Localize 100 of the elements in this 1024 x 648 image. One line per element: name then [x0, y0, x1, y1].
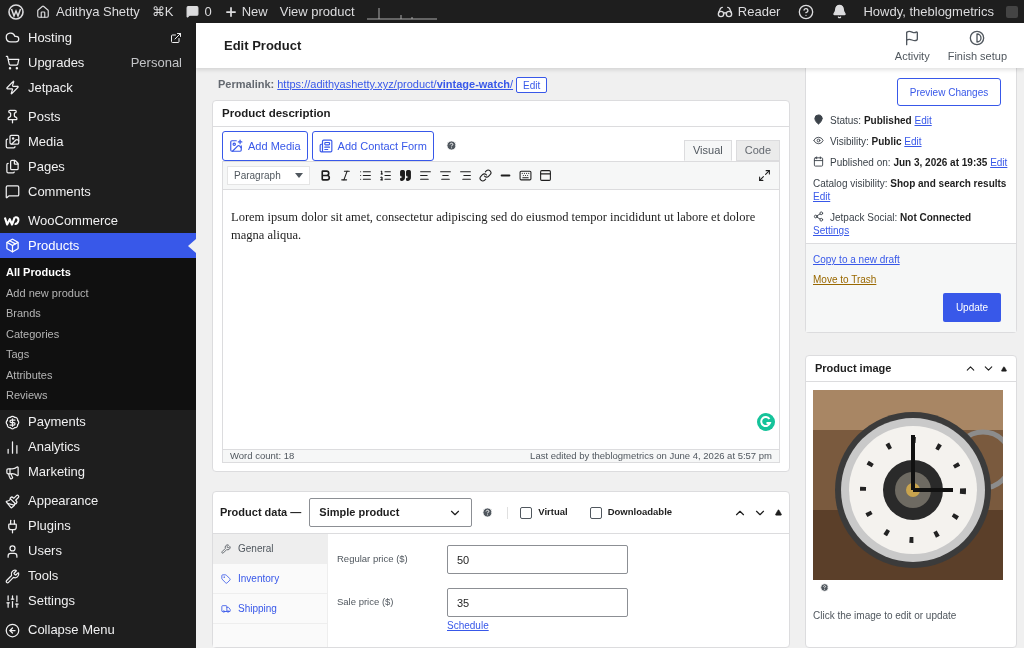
schedule-link[interactable]: Schedule: [447, 618, 789, 633]
dropdown-arrow-icon: [295, 173, 303, 178]
product-data-tab[interactable]: General: [213, 534, 327, 564]
product-type-select[interactable]: Simple product: [309, 498, 473, 527]
cart-icon: [4, 55, 20, 70]
truck-icon: [221, 603, 231, 614]
menu-label: Comments: [28, 182, 92, 201]
submenu-item[interactable]: Categories: [0, 323, 196, 344]
editor-tab[interactable]: Visual: [683, 140, 732, 161]
numbered-list-icon[interactable]: [379, 169, 392, 182]
menu-item[interactable]: Upgrades Personal: [0, 50, 196, 75]
menu-item[interactable]: Pages: [0, 154, 196, 179]
checkbox[interactable]: [520, 506, 533, 519]
menu-item[interactable]: Analytics: [0, 434, 196, 460]
menu-label: Appearance: [28, 492, 100, 511]
form-icon: [318, 139, 333, 153]
menu-item[interactable]: Hosting: [0, 25, 196, 50]
comment-icon[interactable]: [185, 5, 199, 18]
notification-icon[interactable]: [832, 4, 848, 19]
fullscreen-icon[interactable]: [758, 169, 771, 182]
body-text: Lorem ipsum dolor sit amet, consectetur adipiscing sed do eiusmod tempor incididunt ut labore et dolore magna aliqua.: [231, 209, 757, 244]
format-select[interactable]: Paragraph: [227, 166, 310, 185]
grammar-check-icon[interactable]: [757, 413, 775, 431]
site-link[interactable]: Adithya Shetty: [56, 1, 140, 22]
reader-link[interactable]: Reader: [737, 1, 781, 22]
panel-title: Product description: [222, 105, 331, 121]
product-data-tab[interactable]: Inventory: [213, 564, 327, 594]
quote-icon[interactable]: [399, 169, 412, 182]
menu-item[interactable]: Media: [0, 129, 196, 154]
media-button[interactable]: Add Media: [222, 131, 308, 161]
menu-item[interactable]: Tools: [0, 563, 196, 589]
editor-tab[interactable]: Code: [735, 140, 780, 161]
menu-item[interactable]: Products: [0, 233, 196, 258]
update-button[interactable]: Update: [943, 293, 1001, 322]
menu-label: Products: [28, 236, 81, 255]
publish-info-text: Status: Published Edit: [813, 114, 1009, 127]
menu-item[interactable]: Users: [0, 538, 196, 564]
flag-icon: [904, 30, 921, 47]
link-icon[interactable]: [479, 169, 492, 182]
wordpress-logo-icon[interactable]: [8, 3, 24, 20]
submenu-item[interactable]: Add new product: [0, 282, 196, 303]
price-field[interactable]: 50: [447, 545, 628, 574]
menu-item[interactable]: Payments: [0, 409, 196, 435]
header-action[interactable]: Activity: [885, 26, 939, 65]
bolt-icon: [4, 80, 20, 95]
copy-draft-link[interactable]: Copy to a new draft: [813, 252, 1009, 267]
bullet-list-icon[interactable]: [359, 169, 372, 182]
menu-item[interactable]: Plugins: [0, 513, 196, 539]
menu-item[interactable]: Comments: [0, 179, 196, 204]
panel-title: Product image: [815, 361, 893, 377]
header-action[interactable]: Finish setup: [938, 26, 1016, 65]
bar-chart-icon: [4, 439, 20, 455]
bold-icon[interactable]: [319, 169, 332, 182]
menu-item[interactable]: Marketing: [0, 459, 196, 485]
edit-link[interactable]: Edit: [914, 115, 932, 126]
submenu-item[interactable]: Reviews: [0, 385, 196, 406]
woo-logo-icon: [4, 214, 20, 227]
product-data-tab[interactable]: Shipping: [213, 594, 327, 624]
account-greeting[interactable]: Howdy, theblogmetrics: [863, 1, 994, 22]
align-center-icon[interactable]: [439, 169, 452, 182]
menu-item[interactable]: WooCommerce: [0, 208, 196, 233]
align-left-icon[interactable]: [419, 169, 432, 182]
edit-link[interactable]: Settings: [813, 225, 850, 236]
form-icon[interactable]: [539, 169, 552, 182]
submenu-item[interactable]: Tags: [0, 344, 196, 365]
menu-item[interactable]: Appearance: [0, 488, 196, 514]
shortcut-label[interactable]: ⌘K: [151, 1, 174, 22]
keyboard-icon[interactable]: [519, 169, 532, 182]
submenu-item[interactable]: All Products: [0, 262, 196, 283]
menu-label: Media: [28, 132, 65, 151]
plus-icon[interactable]: [223, 4, 238, 19]
eye-icon: [813, 135, 824, 146]
menu-item[interactable]: Settings: [0, 588, 196, 614]
speech-bubble-icon: [4, 184, 20, 199]
collapse-icon[interactable]: [775, 509, 782, 516]
price-field[interactable]: 35: [447, 588, 628, 617]
preview-button[interactable]: Preview Changes: [897, 78, 1001, 106]
new-link[interactable]: New: [241, 1, 268, 22]
trash-link[interactable]: Move to Trash: [813, 272, 1009, 287]
menu-label: Users: [28, 542, 63, 561]
menu-label: WooCommerce: [28, 211, 120, 230]
edit-button[interactable]: Edit: [516, 76, 548, 93]
menu-item[interactable]: Jetpack: [0, 75, 196, 100]
collapse-icon[interactable]: [1001, 365, 1007, 372]
submenu-item[interactable]: Attributes: [0, 364, 196, 385]
edit-link[interactable]: Edit: [990, 157, 1008, 168]
edit-link[interactable]: Edit: [904, 136, 922, 147]
home-icon[interactable]: [36, 4, 50, 19]
media-button[interactable]: Add Contact Form: [311, 131, 434, 161]
menu-item[interactable]: Collapse Menu: [0, 617, 196, 643]
edit-link[interactable]: Edit: [813, 191, 831, 202]
help-icon[interactable]: [798, 3, 815, 20]
menu-label: Tools: [28, 567, 60, 586]
italic-icon[interactable]: [339, 169, 352, 182]
submenu-item[interactable]: Brands: [0, 303, 196, 324]
permalink-link[interactable]: https://adithyashetty.xyz/product/vintage-watch/: [277, 76, 514, 93]
checkbox[interactable]: [589, 506, 602, 519]
menu-item[interactable]: Posts: [0, 104, 196, 129]
view-product-link[interactable]: View product: [279, 1, 355, 22]
align-right-icon[interactable]: [459, 169, 472, 182]
